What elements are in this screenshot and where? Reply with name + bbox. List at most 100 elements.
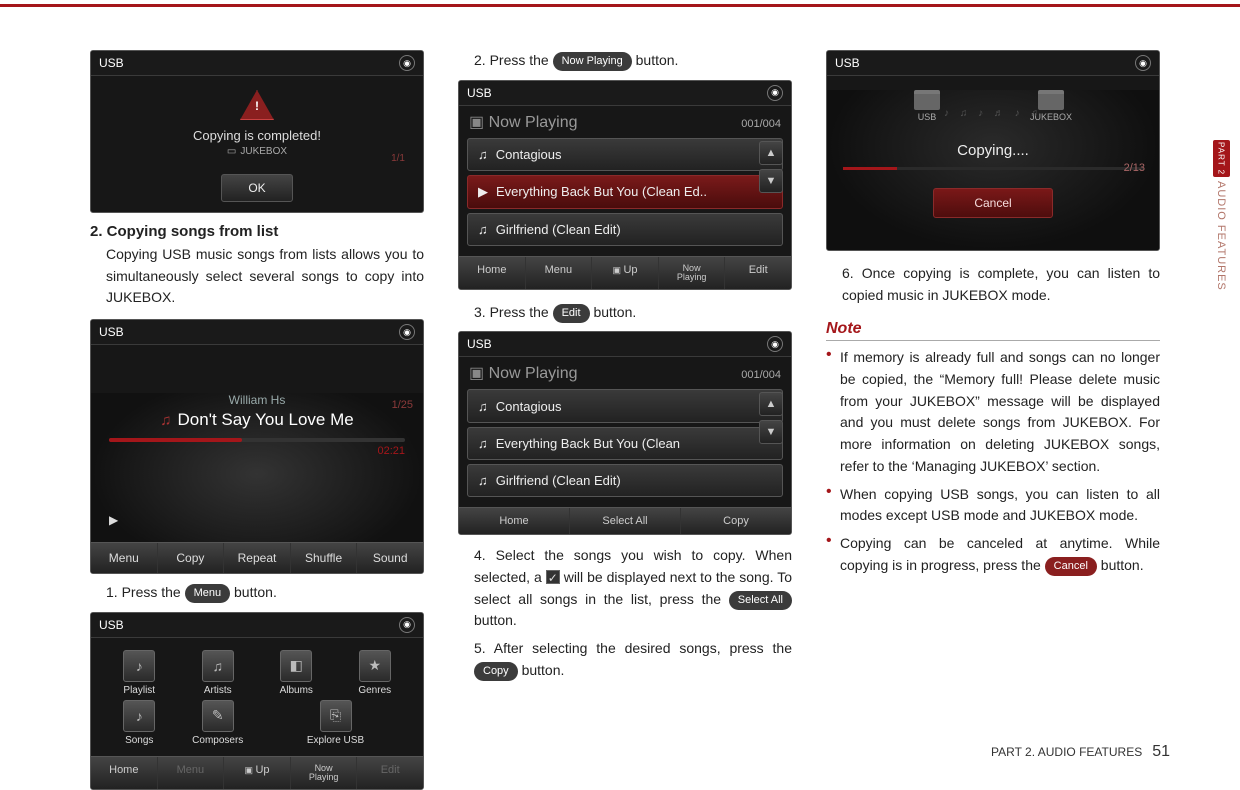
list-heading: Now Playing (489, 365, 578, 382)
play-icon[interactable]: ▶ (109, 513, 118, 527)
copy-button[interactable]: Copy (158, 543, 225, 573)
select-all-button[interactable]: Select All (570, 508, 681, 534)
shot-title-text: USB (467, 337, 492, 351)
shot-titlebar: USB ◉ (459, 332, 791, 357)
home-button[interactable]: Home (459, 257, 526, 289)
section-heading: 2. Copying songs from list (90, 223, 424, 240)
column-left: USB ◉ Copying is completed! ▭JUKEBOX 1/1… (90, 50, 424, 790)
note-heading: Note (826, 320, 1160, 341)
screenshot-copy-complete: USB ◉ Copying is completed! ▭JUKEBOX 1/1… (90, 50, 424, 213)
menu-artists[interactable]: ♫Artists (180, 650, 257, 696)
ok-button[interactable]: OK (221, 174, 292, 202)
note-icon: ♫ (478, 147, 488, 162)
repeat-button[interactable]: Repeat (224, 543, 291, 573)
side-tab-part: PART 2 (1213, 140, 1230, 177)
note-item: Copying can be canceled at anytime. Whil… (826, 533, 1160, 576)
step-5: 5. After selecting the desired songs, pr… (474, 638, 792, 681)
shot-titlebar: USB ◉ (459, 81, 791, 106)
list-item[interactable]: ♫Girlfriend (Clean Edit) (467, 213, 783, 246)
menu-songs[interactable]: ♪Songs (101, 700, 178, 746)
disc-icon: ◉ (399, 324, 415, 340)
page-content: USB ◉ Copying is completed! ▭JUKEBOX 1/1… (90, 50, 1160, 790)
folder-icon: ▣ (469, 365, 489, 382)
disc-icon: ◉ (767, 85, 783, 101)
shot-titlebar: USB ◉ (827, 51, 1159, 76)
menu-button[interactable]: Menu (91, 543, 158, 573)
song-title: Don't Say You Love Me (178, 410, 354, 430)
now-playing-tab[interactable]: Now Playing (659, 257, 726, 289)
screenshot-list-edit: USB ◉ ▣ Now Playing 001/004 ♫Contagious✓… (458, 331, 792, 535)
menu-albums[interactable]: ◧Albums (258, 650, 335, 696)
scroll-down-button[interactable]: ▼ (759, 420, 783, 444)
side-tab-label: AUDIO FEATURES (1215, 181, 1227, 291)
elapsed-time: 02:21 (109, 445, 405, 457)
edit-pill: Edit (553, 304, 590, 323)
side-tab: PART 2 AUDIO FEATURES (1208, 140, 1234, 291)
copy-pill: Copy (474, 662, 518, 681)
shot-titlebar: USB ◉ (91, 320, 423, 345)
note-icon: ♫ (478, 222, 488, 237)
step-2: 2. Press the Now Playing button. (474, 50, 792, 72)
edit-button-dim: Edit (357, 757, 423, 789)
shot-titlebar: USB ◉ (91, 51, 423, 76)
shuffle-button[interactable]: Shuffle (291, 543, 358, 573)
column-middle: 2. Press the Now Playing button. USB ◉ ▣… (458, 50, 792, 790)
accent-bar (0, 4, 1240, 7)
scroll-up-button[interactable]: ▲ (759, 141, 783, 165)
select-all-pill: Select All (729, 591, 792, 610)
menu-pill: Menu (185, 584, 231, 603)
menu-button-dim: Menu (158, 757, 225, 789)
list-heading: Now Playing (489, 114, 578, 131)
edit-button[interactable]: Edit (725, 257, 791, 289)
list-count: 001/004 (741, 369, 781, 381)
list-item[interactable]: ♫Everything Back But You (Clean (467, 427, 783, 460)
menu-explore-usb[interactable]: ⎘Explore USB (258, 700, 413, 746)
scroll-up-button[interactable]: ▲ (759, 392, 783, 416)
cancel-button[interactable]: Cancel (933, 188, 1053, 218)
menu-composers[interactable]: ✎Composers (180, 700, 257, 746)
artist-name: William Hs (91, 393, 423, 407)
screenshot-list-nowplaying: USB ◉ ▣ Now Playing 001/004 ♫Contagious … (458, 80, 792, 290)
list-item[interactable]: ♫Girlfriend (Clean Edit) (467, 464, 783, 497)
note-icon: ♫ (160, 412, 171, 429)
menu-playlist[interactable]: ♪Playlist (101, 650, 178, 696)
sound-button[interactable]: Sound (357, 543, 423, 573)
note-icon: ♫ (478, 436, 488, 451)
home-button[interactable]: Home (459, 508, 570, 534)
footer-text: PART 2. AUDIO FEATURES (991, 745, 1142, 759)
step-4: 4. Select the songs you wish to copy. Wh… (474, 545, 792, 632)
menu-genres[interactable]: ★Genres (337, 650, 414, 696)
list-item[interactable]: ♫Contagious (467, 138, 783, 171)
list-item[interactable]: ♫Contagious✓ (467, 389, 783, 423)
up-button[interactable]: ▣ Up (592, 257, 659, 289)
list-item-selected[interactable]: ▶Everything Back But You (Clean Ed.. (467, 175, 783, 209)
copying-progress (843, 167, 1143, 170)
disc-icon: ◉ (399, 55, 415, 71)
section-intro: Copying USB music songs from lists allow… (106, 244, 424, 309)
note-list: If memory is already full and songs can … (826, 347, 1160, 576)
shot-titlebar: USB ◉ (91, 613, 423, 638)
disc-icon: ◉ (399, 617, 415, 633)
scroll-down-button[interactable]: ▼ (759, 169, 783, 193)
disc-icon: ◉ (1135, 55, 1151, 71)
shot-title-text: USB (99, 325, 124, 339)
copy-button[interactable]: Copy (681, 508, 791, 534)
home-button[interactable]: Home (91, 757, 158, 789)
note-icon: ♫ (478, 473, 488, 488)
screenshot-now-playing: USB ◉ 1/25 William Hs ♫Don't Say You Lov… (90, 319, 424, 574)
progress-bar[interactable] (109, 438, 405, 442)
copy-complete-sub: JUKEBOX (240, 146, 287, 157)
note-item: When copying USB songs, you can listen t… (826, 484, 1160, 527)
step-6: 6. Once copying is complete, you can lis… (842, 263, 1160, 306)
step-1: 1. Press the Menu button. (106, 582, 424, 604)
up-button[interactable]: ▣ Up (224, 757, 291, 789)
player-toolbar: Menu Copy Repeat Shuffle Sound (91, 542, 423, 573)
note-icon: ♫ (478, 399, 488, 414)
copying-text: Copying.... (827, 142, 1159, 159)
screenshot-copying: USB ◉ ♪ ♫ ♪ ♬ ♪ ♫ USB JUKEBOX Copying...… (826, 50, 1160, 251)
now-playing-tab[interactable]: Now Playing (291, 757, 358, 789)
cancel-pill: Cancel (1045, 557, 1097, 576)
menu-button[interactable]: Menu (526, 257, 593, 289)
copying-count: 2/13 (1124, 162, 1145, 174)
note-item: If memory is already full and songs can … (826, 347, 1160, 477)
